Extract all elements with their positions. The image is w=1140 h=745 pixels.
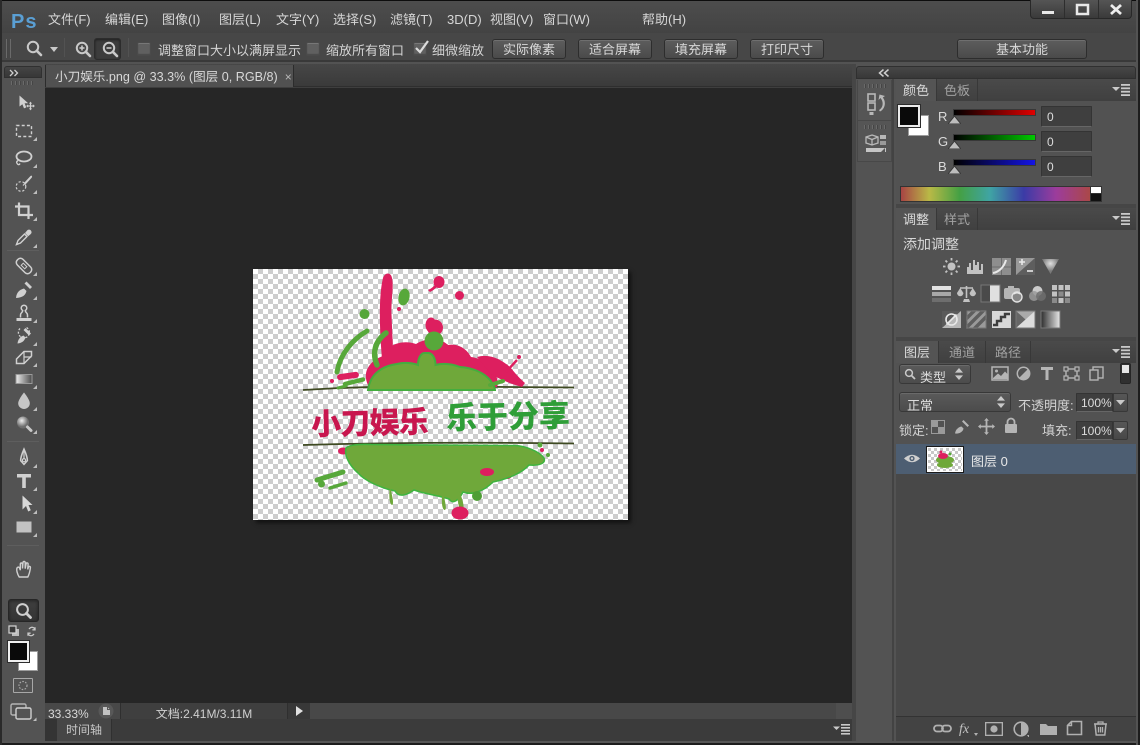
svg-text:乐于分享: 乐于分享 — [445, 390, 570, 438]
svg-text:小刀娱乐: 小刀娱乐 — [311, 397, 429, 443]
svg-text:fx: fx — [959, 722, 970, 736]
